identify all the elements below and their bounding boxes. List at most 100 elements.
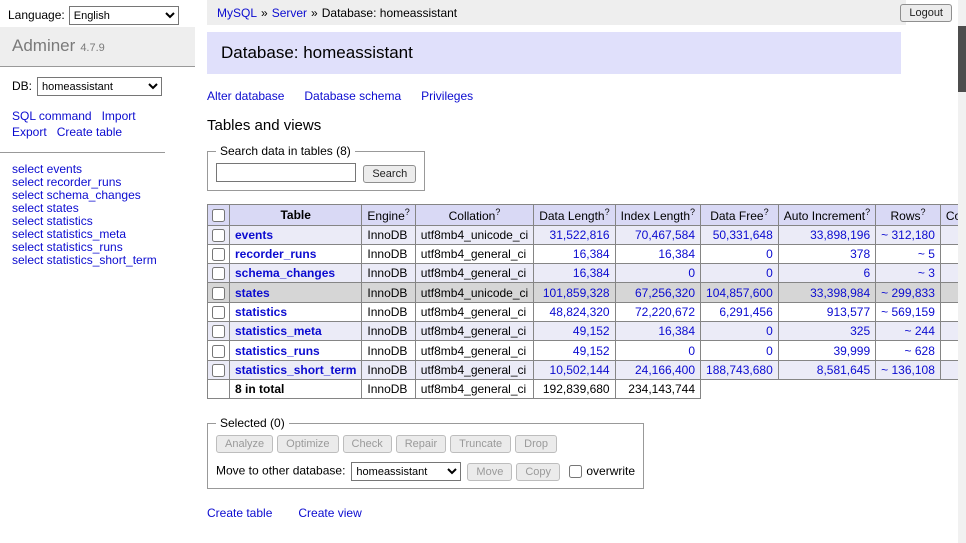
data-length-link[interactable]: 10,502,144	[550, 363, 610, 377]
table-name-link[interactable]: events	[235, 228, 273, 242]
search-input[interactable]	[216, 163, 356, 182]
rows-count-link[interactable]: ~ 628	[905, 344, 935, 358]
rows-count-link[interactable]: ~ 299,833	[881, 286, 935, 300]
truncate-button[interactable]: Truncate	[450, 435, 511, 453]
data-free-link[interactable]: 188,743,680	[706, 363, 773, 377]
data-free-link[interactable]: 104,857,600	[706, 286, 773, 300]
data-free-link[interactable]: 50,331,648	[713, 228, 773, 242]
table-name-link[interactable]: statistics	[235, 305, 287, 319]
auto-increment-link[interactable]: 913,577	[827, 305, 870, 319]
table-name-link[interactable]: statistics_runs	[235, 344, 320, 358]
table-name-link[interactable]: states	[235, 286, 270, 300]
database-nav-link[interactable]: Database schema	[304, 89, 401, 103]
row-checkbox[interactable]	[212, 325, 225, 338]
sidebar-action-link[interactable]: Import	[102, 108, 136, 124]
index-length-link[interactable]: 16,384	[658, 324, 695, 338]
language-select[interactable]: English	[69, 6, 179, 25]
rows-count-link[interactable]: ~ 3	[918, 266, 935, 280]
data-length-link[interactable]: 48,824,320	[550, 305, 610, 319]
data-free-link[interactable]: 0	[766, 247, 773, 261]
engine-cell: InnoDB	[362, 225, 415, 244]
index-length-link[interactable]: 0	[688, 266, 695, 280]
data-length-link[interactable]: 101,859,328	[543, 286, 610, 300]
data-free-link[interactable]: 0	[766, 266, 773, 280]
check-button[interactable]: Check	[343, 435, 392, 453]
select-all-checkbox[interactable]	[212, 209, 225, 222]
overwrite-checkbox[interactable]	[569, 465, 582, 478]
index-length-link[interactable]: 24,166,400	[635, 363, 695, 377]
sidebar-table-link[interactable]: select statistics_short_term	[12, 254, 183, 267]
auto-increment-link[interactable]: 6	[863, 266, 870, 280]
table-name-link[interactable]: statistics_meta	[235, 324, 322, 338]
search-button[interactable]: Search	[363, 165, 416, 183]
help-link[interactable]: ?	[921, 207, 926, 217]
scrollbar-thumb[interactable]	[958, 26, 966, 92]
row-checkbox[interactable]	[212, 364, 225, 377]
rows-count-link[interactable]: ~ 569,159	[881, 305, 935, 319]
auto-increment-link[interactable]: 33,398,984	[810, 286, 870, 300]
index-length-link[interactable]: 72,220,672	[635, 305, 695, 319]
index-length-link[interactable]: 67,256,320	[635, 286, 695, 300]
data-free-link[interactable]: 0	[766, 344, 773, 358]
data-length-link[interactable]: 49,152	[573, 324, 610, 338]
repair-button[interactable]: Repair	[396, 435, 446, 453]
help-link[interactable]: ?	[690, 207, 695, 217]
data-free-link[interactable]: 0	[766, 324, 773, 338]
table-row: eventsInnoDButf8mb4_unicode_ci31,522,816…	[208, 225, 966, 244]
data-length-link[interactable]: 49,152	[573, 344, 610, 358]
sidebar-action-link[interactable]: SQL command	[12, 108, 92, 124]
app-version: 4.7.9	[80, 42, 104, 54]
collation-cell: utf8mb4_general_ci	[415, 302, 533, 321]
data-length-link[interactable]: 31,522,816	[550, 228, 610, 242]
column-header-table: Table	[230, 204, 362, 225]
data-length-link[interactable]: 16,384	[573, 247, 610, 261]
auto-increment-link[interactable]: 8,581,645	[817, 363, 870, 377]
index-length-link[interactable]: 16,384	[658, 247, 695, 261]
help-link[interactable]: ?	[865, 207, 870, 217]
sidebar-actions: SQL command Import Export Create table	[0, 106, 165, 153]
row-checkbox[interactable]	[212, 248, 225, 261]
engine-cell: InnoDB	[362, 341, 415, 360]
table-name-link[interactable]: schema_changes	[235, 266, 335, 280]
row-checkbox[interactable]	[212, 306, 225, 319]
analyze-button[interactable]: Analyze	[216, 435, 273, 453]
create-link[interactable]: Create view	[298, 506, 361, 520]
vertical-scrollbar[interactable]	[958, 0, 966, 543]
table-row: statisticsInnoDButf8mb4_general_ci48,824…	[208, 302, 966, 321]
help-link[interactable]: ?	[495, 207, 500, 217]
create-link[interactable]: Create table	[207, 506, 272, 520]
rows-count-link[interactable]: ~ 244	[905, 324, 935, 338]
row-checkbox[interactable]	[212, 287, 225, 300]
db-select[interactable]: homeassistant	[37, 77, 162, 96]
drop-button[interactable]: Drop	[515, 435, 557, 453]
data-free-link[interactable]: 6,291,456	[719, 305, 772, 319]
copy-button[interactable]: Copy	[516, 463, 560, 481]
row-checkbox[interactable]	[212, 229, 225, 242]
table-name-link[interactable]: recorder_runs	[235, 247, 316, 261]
rows-count-link[interactable]: ~ 136,108	[881, 363, 935, 377]
auto-increment-link[interactable]: 39,999	[833, 344, 870, 358]
move-db-select[interactable]: homeassistant	[351, 462, 461, 481]
sidebar-action-link[interactable]: Create table	[57, 124, 122, 140]
column-header-data-length: Data Length?	[534, 204, 615, 225]
rows-count-link[interactable]: ~ 312,180	[881, 228, 935, 242]
row-checkbox[interactable]	[212, 345, 225, 358]
database-nav-link[interactable]: Alter database	[207, 89, 284, 103]
row-checkbox[interactable]	[212, 267, 225, 280]
help-link[interactable]: ?	[405, 207, 410, 217]
data-length-link[interactable]: 16,384	[573, 266, 610, 280]
move-button[interactable]: Move	[467, 463, 512, 481]
help-link[interactable]: ?	[605, 207, 610, 217]
rows-count-link[interactable]: ~ 5	[918, 247, 935, 261]
help-link[interactable]: ?	[764, 207, 769, 217]
index-length-link[interactable]: 70,467,584	[635, 228, 695, 242]
table-row: statistics_metaInnoDButf8mb4_general_ci4…	[208, 322, 966, 341]
auto-increment-link[interactable]: 325	[850, 324, 870, 338]
auto-increment-link[interactable]: 378	[850, 247, 870, 261]
auto-increment-link[interactable]: 33,898,196	[810, 228, 870, 242]
index-length-link[interactable]: 0	[688, 344, 695, 358]
database-nav-link[interactable]: Privileges	[421, 89, 473, 103]
table-name-link[interactable]: statistics_short_term	[235, 363, 356, 377]
sidebar-action-link[interactable]: Export	[12, 124, 47, 140]
optimize-button[interactable]: Optimize	[277, 435, 338, 453]
